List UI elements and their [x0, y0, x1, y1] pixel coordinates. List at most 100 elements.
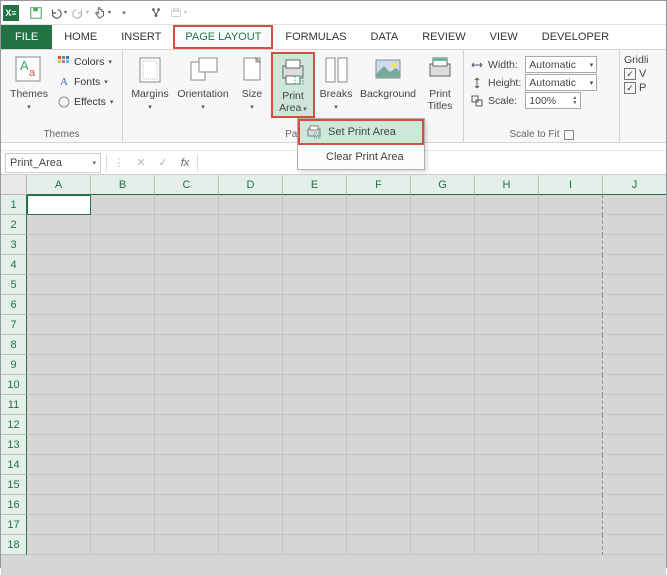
cell[interactable]: [155, 275, 219, 295]
cell[interactable]: [155, 215, 219, 235]
cell[interactable]: [347, 275, 411, 295]
cell[interactable]: [539, 235, 603, 255]
cell[interactable]: [91, 475, 155, 495]
cell[interactable]: [283, 515, 347, 535]
cell[interactable]: [539, 475, 603, 495]
cell[interactable]: [219, 355, 283, 375]
cell[interactable]: [411, 475, 475, 495]
cell[interactable]: [219, 295, 283, 315]
cell[interactable]: [603, 475, 666, 495]
cell[interactable]: [155, 495, 219, 515]
breaks-button[interactable]: Breaks▾: [315, 52, 357, 114]
cell[interactable]: [475, 275, 539, 295]
cell[interactable]: [283, 235, 347, 255]
cell[interactable]: [283, 415, 347, 435]
row-headers[interactable]: 123456789101112131415161718: [1, 195, 27, 555]
cell[interactable]: [91, 535, 155, 555]
cell[interactable]: [91, 455, 155, 475]
cell[interactable]: [347, 195, 411, 215]
cell[interactable]: [603, 295, 666, 315]
column-header[interactable]: J: [603, 175, 666, 195]
cell[interactable]: [411, 415, 475, 435]
cell[interactable]: [603, 275, 666, 295]
cell[interactable]: [539, 295, 603, 315]
row-header[interactable]: 2: [1, 215, 27, 235]
cell[interactable]: [347, 515, 411, 535]
tab-developer[interactable]: DEVELOPER: [530, 25, 621, 49]
cell[interactable]: [603, 415, 666, 435]
cell[interactable]: [283, 395, 347, 415]
cell[interactable]: [475, 475, 539, 495]
cell[interactable]: [91, 355, 155, 375]
cell[interactable]: [539, 355, 603, 375]
orientation-button[interactable]: Orientation▾: [173, 52, 233, 114]
row-header[interactable]: 12: [1, 415, 27, 435]
cell[interactable]: [475, 515, 539, 535]
cell[interactable]: [475, 355, 539, 375]
cell[interactable]: [91, 415, 155, 435]
cell[interactable]: [603, 535, 666, 555]
cell[interactable]: [283, 495, 347, 515]
cell[interactable]: [219, 495, 283, 515]
cell[interactable]: [539, 255, 603, 275]
cell[interactable]: [283, 255, 347, 275]
row-header[interactable]: 15: [1, 475, 27, 495]
cell[interactable]: [27, 495, 91, 515]
cell[interactable]: [347, 355, 411, 375]
fonts-button[interactable]: AFonts▾: [55, 72, 115, 92]
formula-input[interactable]: [199, 153, 666, 173]
cell[interactable]: [219, 455, 283, 475]
cell[interactable]: [411, 535, 475, 555]
cell[interactable]: [347, 235, 411, 255]
name-box[interactable]: Print_Area▾: [5, 153, 101, 173]
cell[interactable]: [91, 315, 155, 335]
cell[interactable]: [411, 215, 475, 235]
scale-spinner[interactable]: 100%▲▼: [525, 92, 581, 109]
cell[interactable]: [283, 195, 347, 215]
cell[interactable]: [539, 395, 603, 415]
undo-button[interactable]: ▾: [48, 3, 68, 23]
cell[interactable]: [475, 255, 539, 275]
row-header[interactable]: 11: [1, 395, 27, 415]
column-header[interactable]: H: [475, 175, 539, 195]
cell[interactable]: [475, 415, 539, 435]
cell[interactable]: [219, 395, 283, 415]
cell[interactable]: [91, 435, 155, 455]
cell[interactable]: [347, 455, 411, 475]
cell[interactable]: [411, 255, 475, 275]
tab-view[interactable]: VIEW: [478, 25, 530, 49]
cell[interactable]: [475, 495, 539, 515]
row-header[interactable]: 6: [1, 295, 27, 315]
row-header[interactable]: 4: [1, 255, 27, 275]
qat-command-1[interactable]: [146, 3, 166, 23]
cell[interactable]: [155, 335, 219, 355]
cell[interactable]: [475, 435, 539, 455]
cell[interactable]: [539, 515, 603, 535]
cell[interactable]: [155, 235, 219, 255]
cell[interactable]: [155, 535, 219, 555]
column-header[interactable]: I: [539, 175, 603, 195]
cell[interactable]: [155, 415, 219, 435]
row-header[interactable]: 5: [1, 275, 27, 295]
cell[interactable]: [219, 515, 283, 535]
cell[interactable]: [91, 495, 155, 515]
print-gridlines-checkbox[interactable]: ✓: [624, 82, 636, 94]
cell[interactable]: [539, 415, 603, 435]
cell[interactable]: [347, 495, 411, 515]
tab-data[interactable]: DATA: [359, 25, 411, 49]
cell[interactable]: [475, 315, 539, 335]
formula-enter-button[interactable]: ✓: [152, 153, 174, 173]
cell[interactable]: [283, 455, 347, 475]
cell[interactable]: [347, 215, 411, 235]
cell[interactable]: [219, 315, 283, 335]
cell[interactable]: [219, 415, 283, 435]
column-header[interactable]: E: [283, 175, 347, 195]
cell[interactable]: [603, 335, 666, 355]
column-header[interactable]: G: [411, 175, 475, 195]
cell[interactable]: [283, 475, 347, 495]
cell[interactable]: [411, 515, 475, 535]
row-header[interactable]: 17: [1, 515, 27, 535]
cell[interactable]: [27, 435, 91, 455]
row-header[interactable]: 3: [1, 235, 27, 255]
cell[interactable]: [155, 375, 219, 395]
